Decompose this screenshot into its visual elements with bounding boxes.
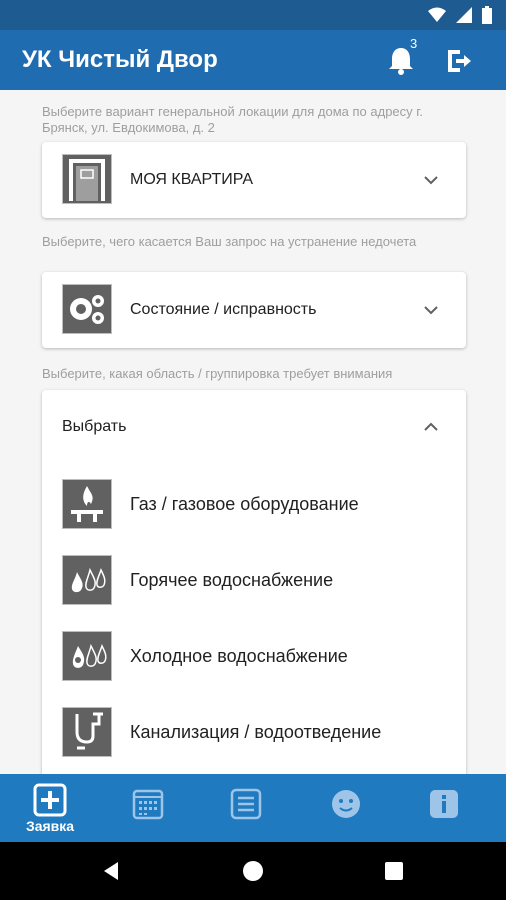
- back-icon[interactable]: [100, 860, 122, 882]
- wifi-icon: [428, 7, 446, 22]
- area-option-label: Горячее водоснабжение: [130, 570, 334, 590]
- notification-count-badge: 3: [410, 36, 418, 51]
- home-icon[interactable]: [242, 860, 264, 882]
- logout-icon[interactable]: [444, 46, 474, 76]
- area-option-hot-water[interactable]: Горячее водоснабжение: [42, 550, 466, 610]
- chevron-down-icon: [424, 306, 438, 315]
- system-navigation-bar: [0, 842, 506, 900]
- area-option-label: Канализация / водоотведение: [130, 722, 382, 742]
- chevron-down-icon: [424, 176, 438, 185]
- signal-icon: [456, 7, 472, 23]
- gas-burner-icon: [62, 479, 112, 529]
- area-select-placeholder[interactable]: Выбрать: [62, 418, 126, 436]
- area-option-sewerage[interactable]: Канализация / водоотведение: [42, 702, 466, 762]
- area-hint: Выберите, какая область / группировка тр…: [42, 366, 393, 381]
- area-option-gas[interactable]: Газ / газовое оборудование: [42, 474, 466, 534]
- list-icon[interactable]: [230, 788, 262, 820]
- request-type-dropdown[interactable]: Состояние / исправность: [42, 272, 466, 348]
- info-icon[interactable]: [428, 788, 460, 820]
- area-option-cold-water[interactable]: Холодное водоснабжение: [42, 626, 466, 686]
- location-selected: МОЯ КВАРТИРА: [130, 171, 254, 188]
- face-icon[interactable]: [330, 788, 362, 820]
- app-title: УК Чистый Двор: [22, 46, 218, 73]
- nav-label-request[interactable]: Заявка: [20, 818, 80, 834]
- cold-water-icon: [62, 631, 112, 681]
- calendar-icon[interactable]: [132, 788, 164, 820]
- request-type-hint: Выберите, чего касается Ваш запрос на ус…: [42, 234, 417, 249]
- add-request-icon[interactable]: [32, 782, 68, 818]
- app-bar: УК Чистый Двор 3: [0, 30, 506, 90]
- battery-icon: [482, 6, 492, 24]
- apartment-door-icon: [62, 154, 112, 204]
- status-icons: [428, 6, 492, 24]
- request-type-selected: Состояние / исправность: [130, 301, 317, 318]
- area-dropdown-expanded: Выбрать Газ / газовое оборудование Горяч…: [42, 390, 466, 774]
- chevron-up-icon[interactable]: [422, 418, 440, 436]
- gears-icon: [62, 284, 112, 334]
- status-bar: [0, 0, 506, 30]
- location-hint: Выберите вариант генеральной локации для…: [42, 104, 424, 135]
- hot-water-icon: [62, 555, 112, 605]
- area-option-label: Газ / газовое оборудование: [130, 494, 359, 514]
- request-form: Выберите вариант генеральной локации для…: [0, 90, 506, 774]
- location-dropdown[interactable]: МОЯ КВАРТИРА: [42, 142, 466, 218]
- bottom-navigation: Заявка: [0, 774, 506, 842]
- recents-icon[interactable]: [384, 861, 404, 881]
- area-option-label: Холодное водоснабжение: [130, 646, 348, 666]
- sewerage-icon: [62, 707, 112, 757]
